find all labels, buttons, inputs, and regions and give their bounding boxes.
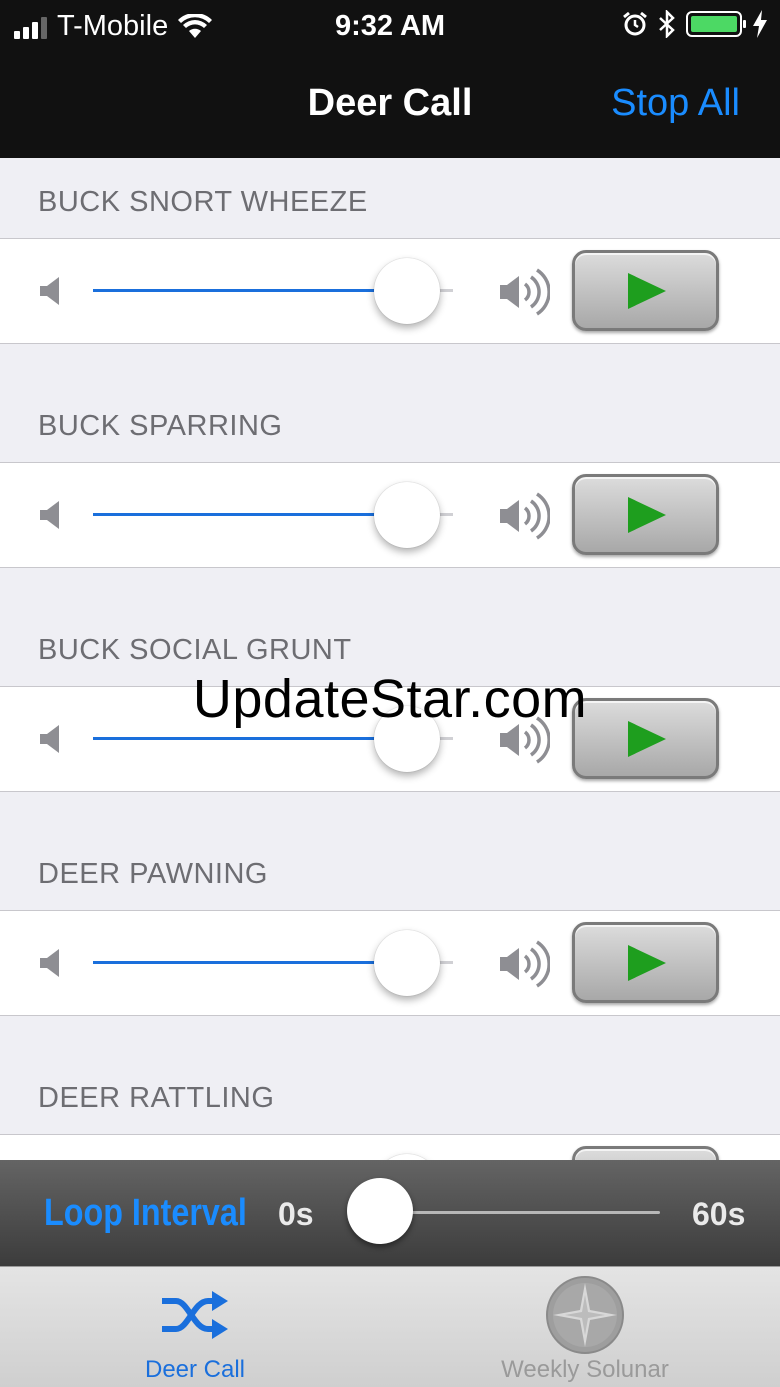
loop-min-label: 0s — [278, 1196, 314, 1232]
call-name: BUCK SPARRING — [38, 410, 283, 442]
call-name: DEER RATTLING — [38, 1082, 275, 1114]
tab-weekly-solunar[interactable]: Weekly Solunar — [390, 1267, 780, 1387]
volume-high-icon — [500, 268, 550, 316]
status-bar: T-Mobile 9:32 AM — [0, 0, 780, 56]
call-section: BUCK SNORT WHEEZE — [0, 158, 780, 382]
play-button[interactable] — [572, 474, 719, 555]
volume-high-icon — [500, 940, 550, 988]
watermark-text: UpdateStar.com — [192, 669, 588, 729]
charging-bolt-icon — [753, 10, 767, 38]
call-row — [0, 462, 780, 568]
volume-low-icon — [40, 949, 59, 977]
volume-low-icon — [40, 501, 59, 529]
call-row — [0, 1134, 780, 1160]
play-button[interactable] — [572, 1146, 719, 1160]
shuffle-icon — [162, 1291, 228, 1339]
tab-label-deer-call: Deer Call — [144, 1356, 246, 1383]
loop-interval-bar: Loop Interval 0s 60s — [0, 1160, 780, 1266]
stop-all-button[interactable]: Stop All — [611, 82, 740, 125]
tab-deer-call[interactable]: Deer Call — [0, 1267, 390, 1387]
volume-slider-thumb[interactable] — [374, 482, 440, 548]
volume-slider-thumb[interactable] — [374, 930, 440, 996]
tab-bar: Deer Call Weekly Solunar — [0, 1266, 780, 1387]
alarm-icon — [623, 11, 647, 36]
loop-interval-label: Loop Interval — [44, 1192, 247, 1234]
navigation-bar: Deer Call Stop All — [0, 56, 780, 158]
loop-interval-slider[interactable] — [380, 1211, 660, 1214]
call-list[interactable]: BUCK SNORT WHEEZE BUCK SPARRING BUCK SOC… — [0, 158, 780, 1160]
play-icon — [627, 944, 666, 981]
play-button[interactable] — [572, 250, 719, 331]
loop-max-label: 60s — [692, 1196, 746, 1232]
call-section: DEER RATTLING — [0, 1054, 780, 1160]
loop-interval-slider-thumb[interactable] — [347, 1178, 413, 1244]
play-icon — [627, 272, 666, 309]
tab-label-weekly-solunar: Weekly Solunar — [501, 1356, 669, 1383]
call-name: DEER PAWNING — [38, 858, 268, 890]
play-icon — [627, 496, 666, 533]
volume-slider-thumb[interactable] — [374, 258, 440, 324]
call-row — [0, 910, 780, 1016]
call-section: DEER PAWNING — [0, 830, 780, 1054]
call-row — [0, 238, 780, 344]
call-name: BUCK SNORT WHEEZE — [38, 186, 368, 218]
battery-icon — [686, 11, 746, 37]
volume-high-icon — [500, 492, 550, 540]
play-button[interactable] — [572, 922, 719, 1003]
compass-icon — [546, 1276, 624, 1354]
volume-low-icon — [40, 277, 59, 305]
bluetooth-icon — [659, 10, 675, 38]
call-section: BUCK SPARRING — [0, 382, 780, 606]
